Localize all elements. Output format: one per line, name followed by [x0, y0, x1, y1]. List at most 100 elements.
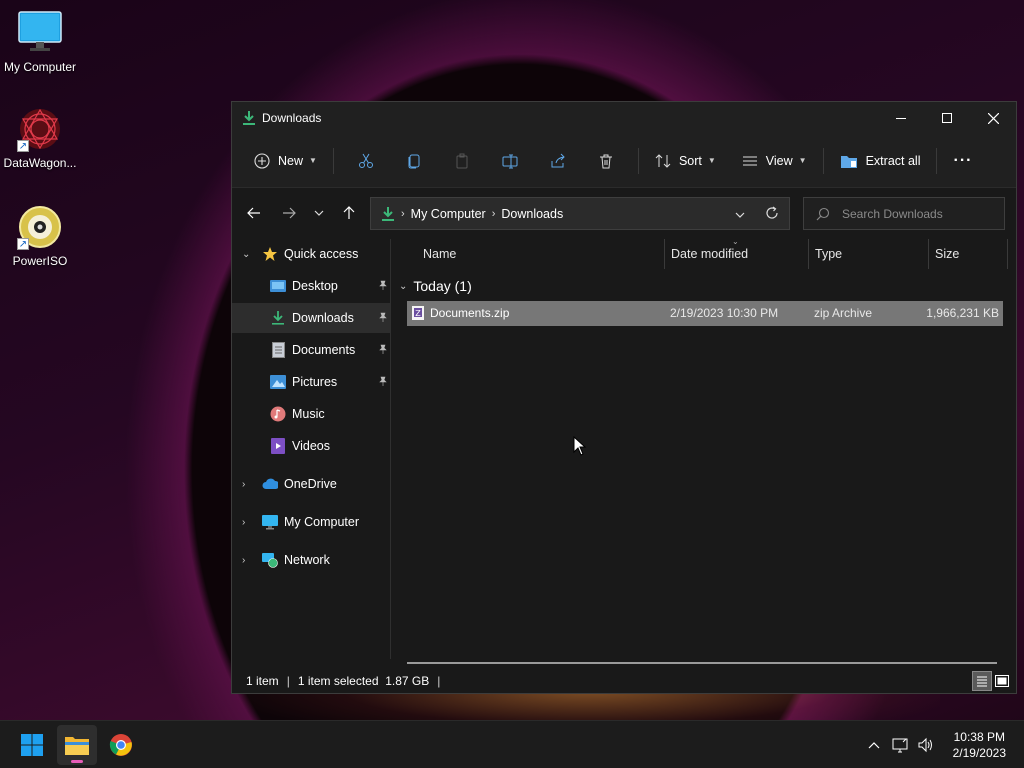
close-icon — [987, 112, 999, 124]
taskbar-chrome[interactable] — [101, 725, 141, 765]
chevron-right-icon: › — [242, 554, 246, 566]
details-view-button[interactable] — [972, 671, 992, 691]
breadcrumb-separator: › — [401, 207, 405, 220]
copy-icon — [408, 154, 420, 168]
column-headers: Name Date modified ⌄ Type Size — [391, 237, 1016, 269]
mouse-cursor — [573, 435, 587, 459]
sidebar-item-desktop[interactable]: Desktop — [232, 271, 390, 301]
chevron-down-icon — [314, 210, 324, 216]
chevron-right-icon: › — [242, 516, 246, 528]
rename-button[interactable] — [486, 145, 534, 177]
scissors-icon — [358, 153, 373, 168]
breadcrumb-downloads[interactable]: Downloads — [501, 207, 563, 221]
back-button[interactable] — [238, 197, 270, 229]
taskbar-file-explorer[interactable] — [57, 725, 97, 765]
file-list: Name Date modified ⌄ Type Size ⌄ Today (… — [391, 237, 1016, 664]
sidebar-item-label: Desktop — [292, 279, 338, 293]
disc-icon: ↗ — [17, 204, 63, 250]
refresh-icon — [766, 206, 778, 219]
chevron-down-icon: ▼ — [707, 156, 716, 165]
chevron-up-icon — [868, 742, 880, 749]
sort-indicator-icon: ⌄ — [732, 237, 739, 246]
maximize-button[interactable] — [924, 102, 970, 134]
desktop-icon-datawagon[interactable]: ↗ DataWagon... — [0, 106, 80, 170]
close-button[interactable] — [970, 102, 1016, 134]
breadcrumb-separator: › — [491, 207, 496, 220]
group-header-label: Today (1) — [413, 278, 472, 294]
sidebar-item-pictures[interactable]: Pictures — [232, 367, 390, 397]
breadcrumb-my-computer[interactable]: My Computer — [411, 207, 486, 221]
address-history-button[interactable] — [735, 207, 745, 221]
new-button[interactable]: New ▼ — [246, 145, 325, 177]
minimize-button[interactable] — [878, 102, 924, 134]
view-button[interactable]: View ▼ — [734, 145, 815, 177]
table-row[interactable]: Z Documents.zip 2/19/2023 10:30 PM zip A… — [407, 301, 1003, 326]
desktop-icon-label: My Computer — [3, 60, 77, 74]
arrow-left-icon — [247, 207, 260, 219]
speaker-icon — [918, 737, 932, 753]
sort-button[interactable]: Sort ▼ — [647, 145, 724, 177]
volume-button[interactable] — [913, 737, 939, 753]
copy-button[interactable] — [390, 145, 438, 177]
sidebar-item-quick-access[interactable]: ⌄ Quick access — [232, 239, 390, 269]
title-bar[interactable]: Downloads — [232, 102, 1016, 134]
clock[interactable]: 10:38 PM 2/19/2023 — [953, 729, 1006, 761]
desktop-icon-my-computer[interactable]: My Computer — [0, 10, 80, 74]
maximize-icon — [942, 113, 952, 123]
download-icon — [243, 111, 255, 125]
status-separator: | — [286, 674, 290, 688]
search-input[interactable]: Search Downloads — [803, 197, 1005, 230]
sidebar-item-downloads[interactable]: Downloads — [232, 303, 390, 333]
more-options-button[interactable]: ··· — [945, 145, 980, 177]
column-header-type[interactable]: Type — [808, 239, 928, 269]
column-header-size[interactable]: Size — [928, 239, 1008, 269]
monitor-icon — [17, 10, 63, 56]
network-status-button[interactable] — [887, 737, 913, 753]
forward-button[interactable] — [273, 197, 305, 229]
network-monitor-icon — [892, 738, 908, 753]
sidebar-item-network[interactable]: › Network — [232, 545, 390, 575]
tiles-view-button[interactable] — [992, 671, 1012, 691]
sidebar-item-label: Network — [284, 553, 330, 567]
arrow-up-icon — [343, 206, 355, 219]
video-icon — [270, 438, 286, 454]
minimize-icon — [896, 118, 906, 119]
sidebar-item-documents[interactable]: Documents — [232, 335, 390, 365]
new-button-label: New — [278, 153, 304, 168]
up-button[interactable] — [333, 197, 365, 229]
group-header-today[interactable]: ⌄ Today (1) — [391, 275, 472, 297]
pin-icon — [378, 344, 390, 357]
tiles-view-icon — [995, 675, 1009, 687]
horizontal-scrollbar[interactable] — [407, 662, 997, 664]
sidebar-item-onedrive[interactable]: › OneDrive — [232, 469, 390, 499]
sidebar-item-label: Downloads — [292, 311, 354, 325]
chevron-down-icon: ▼ — [798, 156, 807, 165]
sidebar-item-my-computer[interactable]: › My Computer — [232, 507, 390, 537]
delete-button[interactable] — [582, 145, 630, 177]
refresh-button[interactable] — [765, 206, 779, 223]
desktop-icon-poweriso[interactable]: ↗ PowerISO — [0, 204, 80, 268]
extract-all-button[interactable]: Extract all — [832, 145, 929, 177]
sidebar-item-label: Pictures — [292, 375, 338, 389]
network-icon — [262, 552, 278, 568]
more-icon: ··· — [953, 151, 973, 169]
search-placeholder: Search Downloads — [842, 206, 943, 221]
recent-locations-button[interactable] — [305, 197, 333, 229]
toolbar-divider — [332, 147, 334, 174]
cut-button[interactable] — [342, 145, 390, 177]
sidebar-item-label: My Computer — [284, 515, 360, 529]
active-indicator — [71, 760, 83, 763]
folder-icon — [65, 737, 89, 755]
chevron-right-icon: › — [242, 478, 246, 490]
share-button[interactable] — [534, 145, 582, 177]
extract-folder-icon — [840, 155, 857, 168]
chevron-down-icon: ⌄ — [242, 248, 251, 260]
address-bar[interactable]: › My Computer › Downloads — [370, 197, 790, 230]
start-button[interactable] — [12, 725, 52, 765]
shortcut-arrow-icon: ↗ — [17, 238, 29, 250]
column-header-name[interactable]: Name — [417, 239, 662, 269]
show-hidden-icons-button[interactable] — [861, 741, 887, 749]
sidebar-item-music[interactable]: Music — [232, 399, 390, 429]
paste-button[interactable] — [438, 145, 486, 177]
sidebar-item-videos[interactable]: Videos — [232, 431, 390, 461]
